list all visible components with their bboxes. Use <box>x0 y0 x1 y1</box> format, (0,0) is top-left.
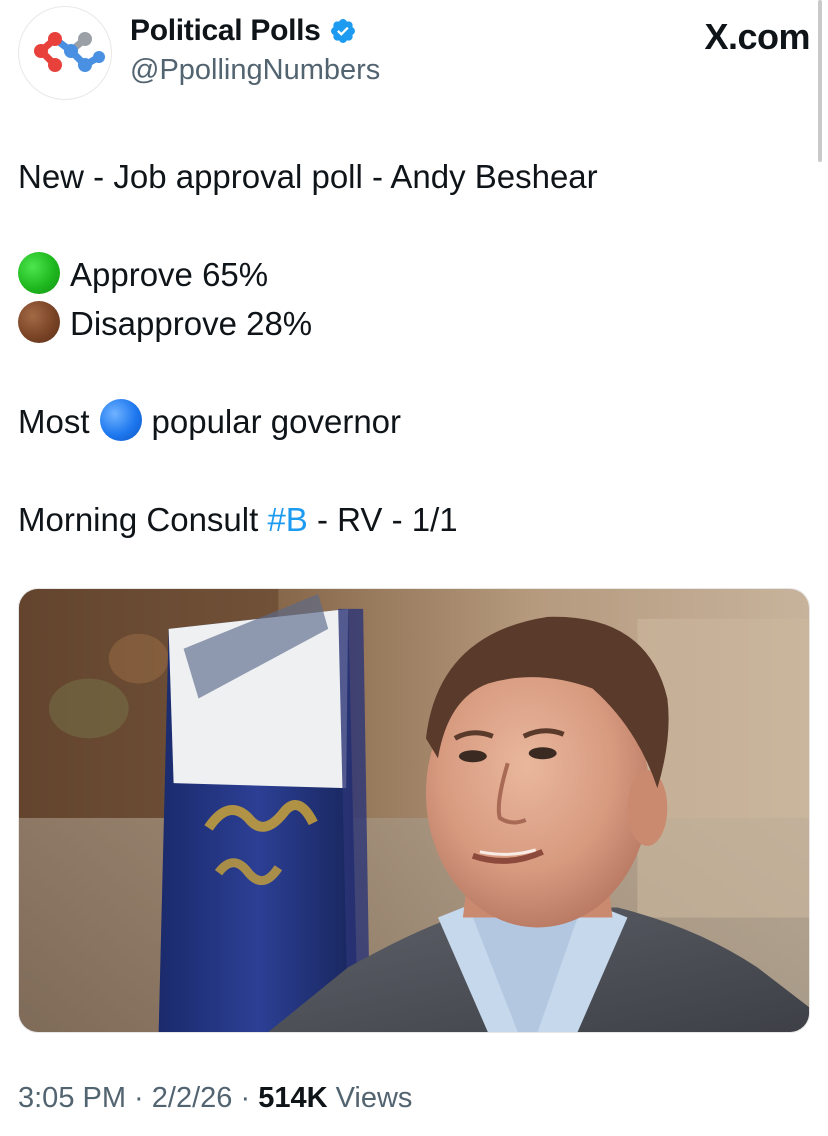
brown-circle-icon <box>18 301 60 343</box>
hashtag-link[interactable]: #B <box>267 501 307 538</box>
photo-image <box>19 589 809 1032</box>
blue-circle-icon <box>99 399 142 441</box>
tweet-header: Political Polls @PpollingNumbers X.com <box>18 6 810 102</box>
disapprove-line: Disapprove 28% <box>18 299 810 348</box>
display-name-row: Political Polls <box>130 14 380 48</box>
tweet-photo[interactable] <box>18 588 810 1033</box>
author-block: Political Polls @PpollingNumbers <box>130 14 380 87</box>
brand-label: X.com <box>704 16 810 57</box>
tweet-text: New - Job approval poll - Andy Beshear A… <box>18 152 810 544</box>
source-prefix: Morning Consult <box>18 501 268 538</box>
tweet-time[interactable]: 3:05 PM <box>18 1082 126 1114</box>
scrollbar[interactable] <box>818 0 822 162</box>
green-circle-icon <box>18 252 60 294</box>
disapprove-label: Disapprove 28% <box>70 305 313 342</box>
verified-badge-icon[interactable] <box>329 17 357 45</box>
ranking-prefix: Most <box>18 403 90 440</box>
views-label: Views <box>327 1082 413 1114</box>
views-count[interactable]: 514K <box>258 1082 327 1114</box>
approve-line: Approve 65% <box>18 250 810 299</box>
tweet-headline: New - Job approval poll - Andy Beshear <box>18 158 598 195</box>
meta-separator: · <box>232 1082 259 1114</box>
display-name[interactable]: Political Polls <box>130 14 321 48</box>
avatar[interactable] <box>18 6 112 100</box>
ranking-line: Most popular governor <box>18 397 810 446</box>
meta-separator: · <box>126 1082 152 1114</box>
author-handle[interactable]: @PpollingNumbers <box>130 54 380 87</box>
source-suffix: - RV - 1/1 <box>307 501 458 538</box>
tweet-date[interactable]: 2/2/26 <box>152 1082 233 1114</box>
x-com-logo[interactable]: X.com <box>704 16 810 58</box>
network-molecule-logo-icon <box>34 32 105 72</box>
ranking-suffix: popular governor <box>151 403 402 440</box>
tweet-meta: 3:05 PM · 2/2/26 · 514K Views <box>18 1082 412 1115</box>
source-line: Morning Consult #B - RV - 1/1 <box>18 495 810 544</box>
approve-label: Approve 65% <box>70 256 269 293</box>
